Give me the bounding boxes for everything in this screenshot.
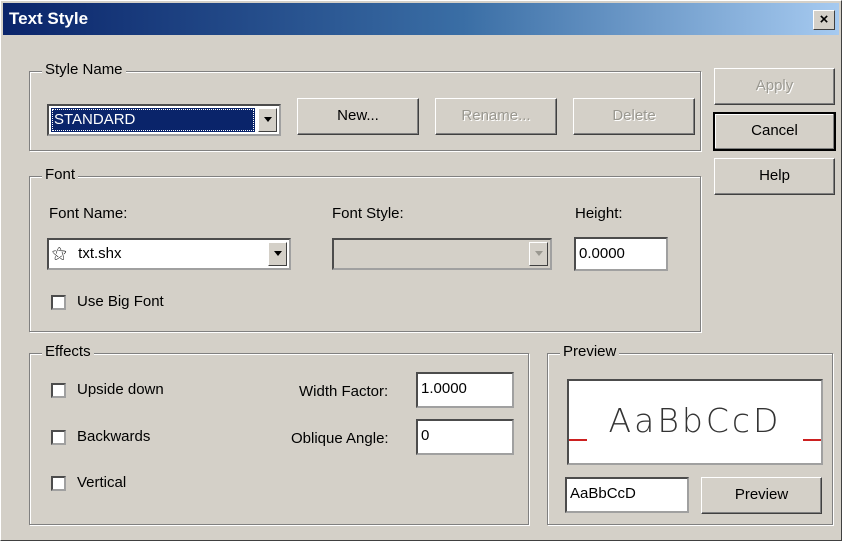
preview-sample-text: AaBbCcD [587,401,803,441]
chevron-down-icon[interactable] [258,108,277,132]
new-style-button[interactable]: New... [297,98,419,135]
style-name-selected: STANDARD [51,108,255,132]
width-factor-label: Width Factor: [299,383,389,400]
upside-down-label: Upside down [77,381,164,398]
close-button[interactable]: × [813,10,835,30]
close-icon: × [819,11,829,28]
preview-text-input[interactable]: AaBbCcD [565,477,689,513]
font-style-label: Font Style: [332,205,404,222]
height-label: Height: [575,205,623,222]
font-name-combo[interactable]: ⚝ txt.shx [47,238,291,270]
delete-style-button[interactable]: Delete [573,98,695,135]
preview-group-label: Preview [560,343,620,360]
use-big-font-label: Use Big Font [77,293,164,310]
vertical-label: Vertical [77,474,127,491]
effects-group-label: Effects [42,343,94,360]
font-group-label: Font [42,166,79,183]
font-name-label: Font Name: [49,205,128,222]
apply-button[interactable]: Apply [714,68,835,105]
oblique-angle-label: Oblique Angle: [291,430,389,447]
backwards-checkbox[interactable] [51,430,66,445]
style-name-combo[interactable]: STANDARD [47,104,281,136]
vertical-checkbox[interactable] [51,476,66,491]
backwards-label: Backwards [77,428,151,445]
title-bar[interactable]: Text Style × [3,3,839,35]
dialog-title: Text Style [9,9,89,28]
text-style-dialog: Text Style × Style Name STANDARD New... … [0,0,842,541]
width-factor-input[interactable]: 1.0000 [416,372,514,408]
help-button[interactable]: Help [714,158,835,195]
upside-down-checkbox[interactable] [51,383,66,398]
preview-display: AaBbCcD [567,379,823,465]
style-name-group-label: Style Name [42,61,126,78]
chevron-down-icon[interactable] [529,242,548,266]
rename-style-button[interactable]: Rename... [435,98,557,135]
oblique-angle-input[interactable]: 0 [416,419,514,455]
font-style-combo[interactable] [332,238,552,270]
cancel-button[interactable]: Cancel [713,112,836,151]
use-big-font-checkbox[interactable] [51,295,66,310]
height-input[interactable]: 0.0000 [574,237,668,271]
preview-button[interactable]: Preview [701,477,822,514]
chevron-down-icon[interactable] [268,242,287,266]
shx-font-icon: ⚝ [52,245,67,262]
